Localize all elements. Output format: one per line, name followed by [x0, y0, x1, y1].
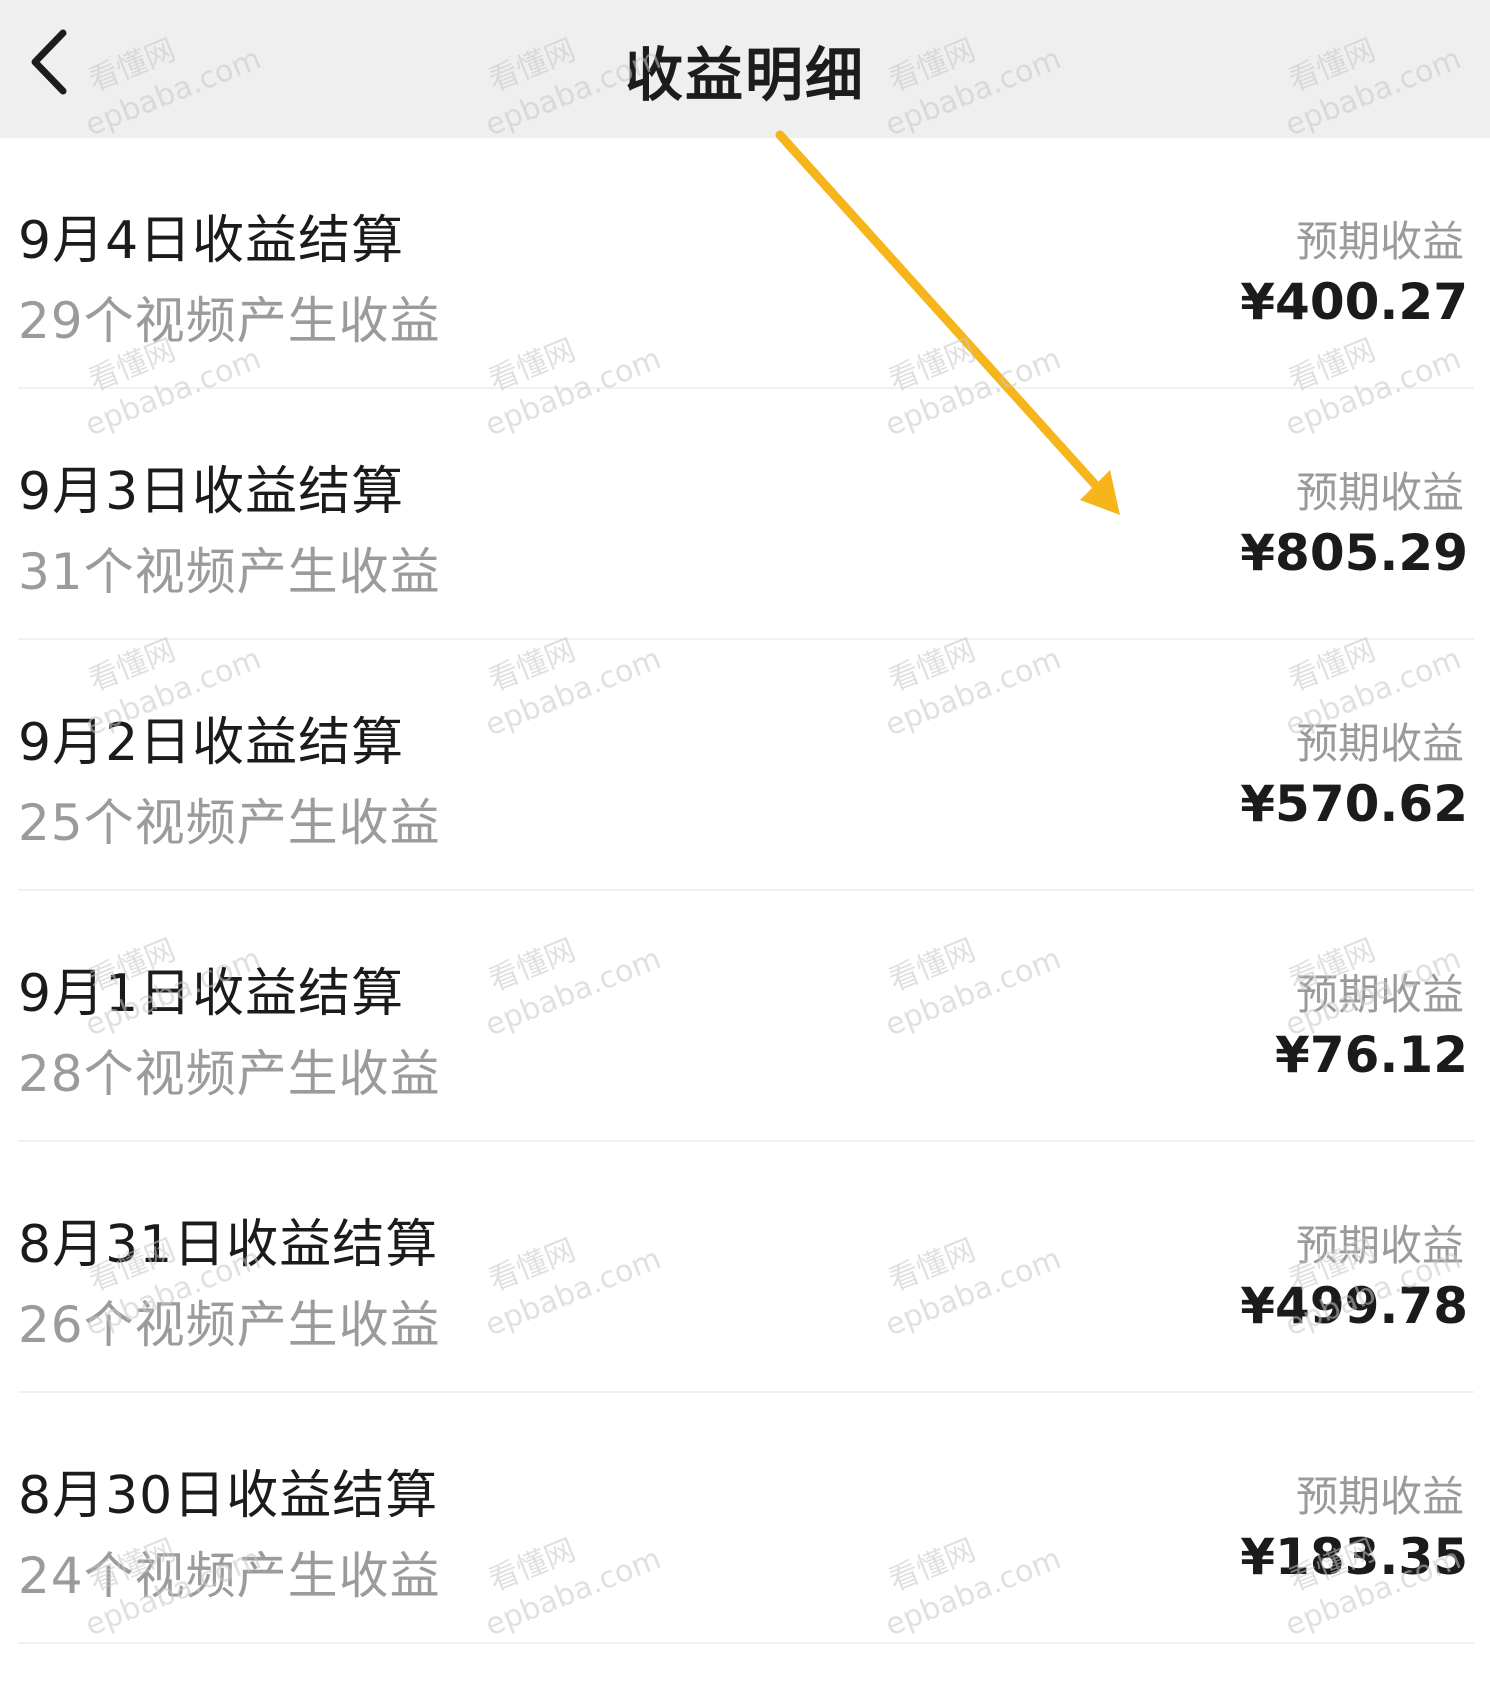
list-item[interactable]: 9月1日收益结算 28个视频产生收益 预期收益 ¥76.12 [18, 891, 1474, 1142]
settlement-title: 9月4日收益结算 [18, 211, 405, 271]
video-count-text: 26个视频产生收益 [18, 1296, 441, 1354]
earnings-amount: ¥76.12 [1275, 1026, 1468, 1084]
video-count-text: 28个视频产生收益 [18, 1045, 441, 1103]
earnings-amount: ¥570.62 [1240, 775, 1468, 833]
video-count-text: 25个视频产生收益 [18, 794, 441, 852]
earnings-list: 9月4日收益结算 29个视频产生收益 预期收益 ¥400.27 9月3日收益结算… [0, 138, 1490, 1644]
earnings-amount: ¥499.78 [1240, 1277, 1468, 1335]
list-item[interactable]: 9月2日收益结算 25个视频产生收益 预期收益 ¥570.62 [18, 640, 1474, 891]
settlement-title: 9月2日收益结算 [18, 713, 405, 773]
video-count-text: 29个视频产生收益 [18, 292, 441, 350]
list-item[interactable]: 9月3日收益结算 31个视频产生收益 预期收益 ¥805.29 [18, 389, 1474, 640]
settlement-title: 9月1日收益结算 [18, 964, 405, 1024]
expected-earnings-label: 预期收益 [1295, 1221, 1464, 1270]
expected-earnings-label: 预期收益 [1295, 1472, 1464, 1521]
earnings-amount: ¥805.29 [1240, 524, 1468, 582]
expected-earnings-label: 预期收益 [1295, 970, 1464, 1019]
list-item[interactable]: 8月30日收益结算 24个视频产生收益 预期收益 ¥183.35 [18, 1393, 1474, 1644]
list-item[interactable]: 9月4日收益结算 29个视频产生收益 预期收益 ¥400.27 [18, 138, 1474, 389]
expected-earnings-label: 预期收益 [1295, 217, 1464, 266]
settlement-title: 8月30日收益结算 [18, 1466, 439, 1526]
settlement-title: 9月3日收益结算 [18, 462, 405, 522]
list-item[interactable]: 8月31日收益结算 26个视频产生收益 预期收益 ¥499.78 [18, 1142, 1474, 1393]
settlement-title: 8月31日收益结算 [18, 1215, 439, 1275]
video-count-text: 31个视频产生收益 [18, 543, 441, 601]
expected-earnings-label: 预期收益 [1295, 719, 1464, 768]
earnings-amount: ¥183.35 [1240, 1528, 1468, 1586]
video-count-text: 24个视频产生收益 [18, 1547, 441, 1605]
page-title: 收益明细 [624, 41, 865, 109]
top-bar: 收益明细 [0, 0, 1490, 138]
earnings-amount: ¥400.27 [1240, 273, 1468, 331]
expected-earnings-label: 预期收益 [1295, 468, 1464, 517]
